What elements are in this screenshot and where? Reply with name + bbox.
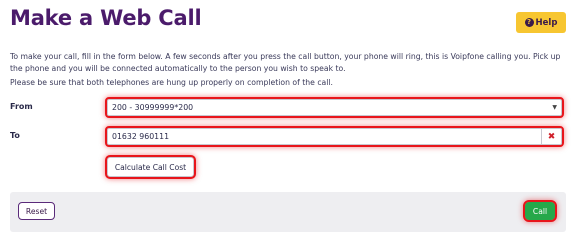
reset-button-label: Reset	[25, 206, 48, 216]
calculate-call-cost-label: Calculate Call Cost	[114, 162, 187, 172]
help-button[interactable]: ? Help	[516, 12, 566, 33]
chevron-down-icon: ▼	[552, 104, 557, 111]
form-footer	[10, 192, 566, 232]
to-label: To	[10, 131, 20, 140]
help-button-label: Help	[535, 17, 558, 28]
clear-number-button[interactable]: ✖	[541, 128, 562, 145]
to-number-input[interactable]: 01632 960111	[105, 126, 564, 147]
calculate-call-cost-button[interactable]: Calculate Call Cost	[105, 155, 196, 179]
hangup-notice: Please be sure that both telephones are …	[10, 78, 333, 87]
from-select-value: 200 - 30999999*200	[112, 103, 194, 112]
to-number-value: 01632 960111	[112, 132, 170, 141]
page-title: Make a Web Call	[10, 6, 202, 30]
reset-button[interactable]: Reset	[18, 202, 55, 220]
call-button[interactable]: Call	[523, 200, 557, 222]
question-circle-icon: ?	[524, 18, 534, 27]
close-icon: ✖	[547, 131, 556, 142]
intro-text: To make your call, fill in the form belo…	[10, 52, 561, 73]
web-call-page: Make a Web Call ? Help To make your call…	[0, 0, 576, 241]
from-select[interactable]: 200 - 30999999*200 ▼	[105, 97, 564, 118]
call-button-label: Call	[532, 206, 548, 216]
from-label: From	[10, 102, 33, 111]
